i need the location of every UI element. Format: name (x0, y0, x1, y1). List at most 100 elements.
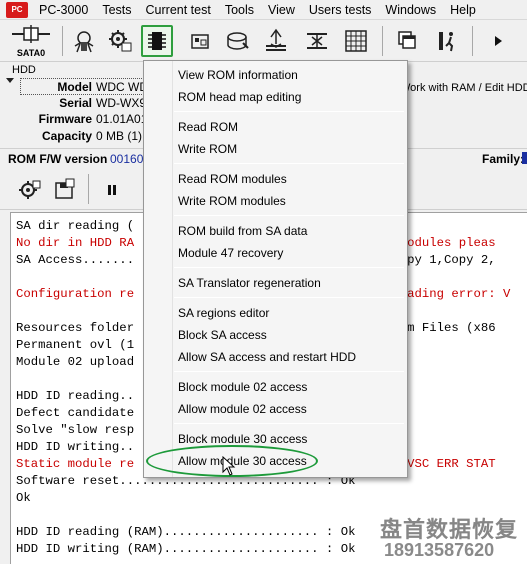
menu-item-read-rom-modules[interactable]: Read ROM modules (144, 168, 407, 190)
disk-icon (227, 32, 249, 50)
menu-view[interactable]: View (261, 0, 302, 20)
toolbar-separator (472, 26, 473, 56)
menu-separator (174, 371, 404, 372)
menu-bar: PC PC-3000 Tests Current test Tools View… (0, 0, 527, 20)
sata-port-button[interactable]: SATA0 (8, 24, 54, 58)
toolbar: SATA0 (0, 20, 527, 62)
log-line: SA dir reading ( (16, 219, 135, 233)
collapse-arrow-icon[interactable] (6, 78, 14, 83)
gear-icon (19, 180, 41, 199)
model-row: Model WDC WD (4, 79, 154, 95)
menu-separator (174, 423, 404, 424)
log-line: HDD ID reading.. (16, 389, 135, 403)
grid-button[interactable] (340, 25, 372, 57)
app-logo-icon: PC (6, 1, 28, 18)
mouse-cursor-icon (222, 456, 236, 476)
menu-item-module-47-recovery[interactable]: Module 47 recovery (144, 242, 407, 264)
play-button[interactable] (482, 25, 514, 57)
run-icon (439, 32, 454, 52)
log-line: HDD ID writing (RAM)....................… (16, 542, 356, 556)
toolbar-separator (62, 26, 63, 56)
windows-button[interactable] (392, 25, 424, 57)
menu-tools[interactable]: Tools (218, 0, 261, 20)
rom-dropdown-menu: View ROM information ROM head map editin… (143, 60, 408, 478)
menu-item-view-rom-information[interactable]: View ROM information (144, 64, 407, 86)
menu-separator (174, 215, 404, 216)
log-settings-button[interactable] (14, 174, 46, 206)
drive-button[interactable] (184, 25, 216, 57)
log-line: HDD ID reading (RAM)....................… (16, 525, 356, 539)
sata-label: SATA0 (16, 48, 46, 58)
sata-connector-icon (12, 25, 50, 43)
menu-item-write-rom-modules[interactable]: Write ROM modules (144, 190, 407, 212)
menu-users-tests[interactable]: Users tests (302, 0, 379, 20)
transfer-button[interactable] (301, 25, 333, 57)
menu-current-test[interactable]: Current test (139, 0, 218, 20)
menu-windows[interactable]: Windows (378, 0, 443, 20)
right-panel-title: Work with RAM / Edit HDD (400, 82, 527, 94)
menu-item-rom-build-from-sa-data[interactable]: ROM build from SA data (144, 220, 407, 242)
rom-chip-icon (148, 32, 166, 50)
toolbar-separator (88, 174, 89, 204)
menu-item-allow-sa-access-restart[interactable]: Allow SA access and restart HDD (144, 346, 407, 368)
family-value (522, 152, 527, 164)
serial-label: Serial (59, 96, 92, 110)
serial-value: WD-WX9 (96, 96, 146, 110)
rom-fw-version-label: ROM F/W version (8, 152, 108, 166)
rom-menu-button[interactable] (141, 25, 173, 57)
serial-row: Serial WD-WX9 (4, 95, 154, 111)
family-label: Family: (482, 152, 525, 166)
toolbar-separator (382, 26, 383, 56)
firmware-value: 01.01A01 (96, 112, 148, 126)
heads-icon (266, 28, 286, 51)
menu-tests[interactable]: Tests (95, 0, 138, 20)
log-line: Defect candidate (16, 406, 135, 420)
menu-item-allow-module-02[interactable]: Allow module 02 access (144, 398, 407, 420)
log-line: Permanent ovl (1 (16, 338, 135, 352)
play-icon (495, 36, 502, 46)
menu-item-sa-translator-regeneration[interactable]: SA Translator regeneration (144, 272, 407, 294)
hdd-legend: HDD (12, 64, 36, 76)
log-line: Ok (16, 491, 31, 505)
firmware-label: Firmware (38, 112, 92, 126)
menu-help[interactable]: Help (443, 0, 483, 20)
watermark-phone: 18913587620 (384, 540, 495, 560)
save-icon (55, 178, 75, 199)
menu-item-block-sa-access[interactable]: Block SA access (144, 324, 407, 346)
menu-item-block-module-30[interactable]: Block module 30 access (144, 428, 407, 450)
capacity-value: 0 MB (1) (96, 129, 143, 143)
firmware-row: Firmware 01.01A01 (4, 111, 154, 127)
windows-icon (398, 31, 416, 49)
run-button[interactable] (432, 25, 464, 57)
menu-item-write-rom[interactable]: Write ROM (144, 138, 407, 160)
transfer-icon (307, 33, 327, 49)
menu-separator (174, 267, 404, 268)
bug-button[interactable] (68, 25, 100, 57)
heads-button[interactable] (260, 25, 292, 57)
settings-button[interactable] (104, 25, 136, 57)
menu-separator (174, 111, 404, 112)
hdd-info-panel: HDD Model WDC WD Serial WD-WX9 Firmware … (4, 64, 154, 148)
menu-item-allow-module-30[interactable]: Allow module 30 access (144, 450, 407, 472)
pause-icon (108, 185, 116, 195)
model-label: Model (57, 80, 92, 94)
gear-icon (109, 30, 132, 52)
menu-item-sa-regions-editor[interactable]: SA regions editor (144, 302, 407, 324)
model-value: WDC WD (96, 80, 148, 94)
menu-pc3000[interactable]: PC-3000 (32, 0, 95, 20)
log-line: HDD ID writing.. (16, 440, 135, 454)
menu-separator (174, 297, 404, 298)
grid-icon (345, 30, 367, 52)
disk-button[interactable] (222, 25, 254, 57)
drive-icon (191, 34, 209, 49)
capacity-row: Capacity 0 MB (1) (4, 128, 154, 144)
log-save-button[interactable] (48, 174, 80, 206)
capacity-label: Capacity (41, 129, 92, 143)
menu-item-rom-head-map-editing[interactable]: ROM head map editing (144, 86, 407, 108)
log-line: Module 02 upload (16, 355, 135, 369)
log-line: Solve "slow resp (16, 423, 135, 437)
menu-item-block-module-02[interactable]: Block module 02 access (144, 376, 407, 398)
pause-button[interactable] (96, 174, 128, 206)
menu-item-read-rom[interactable]: Read ROM (144, 116, 407, 138)
bug-icon (74, 31, 94, 53)
